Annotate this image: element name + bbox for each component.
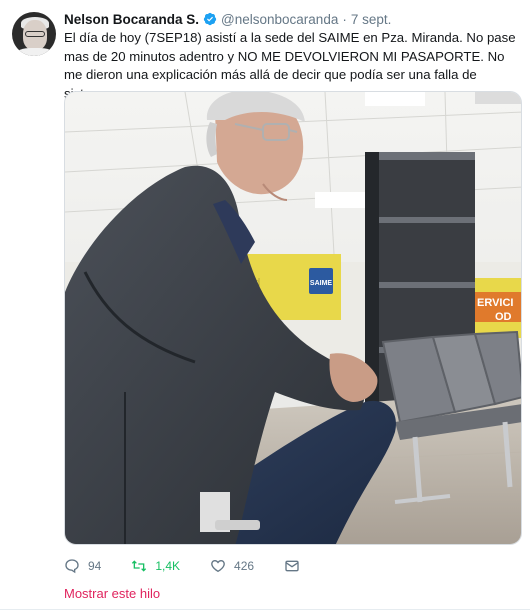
retweet-count: 1,4K bbox=[155, 559, 181, 573]
mail-icon bbox=[285, 560, 299, 572]
tweet-actions: 94 1,4K 426 bbox=[64, 557, 330, 575]
author-name[interactable]: Nelson Bocaranda S. bbox=[64, 12, 199, 27]
like-button[interactable]: 426 bbox=[210, 558, 254, 574]
tweet-photo[interactable]: SAIME ad sa ERVICI OD bbox=[64, 91, 522, 545]
direct-message-button[interactable] bbox=[284, 558, 300, 574]
separator-dot: · bbox=[342, 11, 347, 27]
retweet-button[interactable]: 1,4K bbox=[131, 558, 180, 574]
author-handle[interactable]: @nelsonbocaranda bbox=[221, 12, 338, 27]
retweet-icon bbox=[132, 560, 147, 572]
show-thread-link[interactable]: Mostrar este hilo bbox=[64, 586, 160, 601]
tweet-header: Nelson Bocaranda S. @nelsonbocaranda · 7… bbox=[64, 10, 391, 28]
heart-icon bbox=[211, 559, 225, 573]
banner-text-2: OD bbox=[495, 311, 512, 323]
tweet[interactable]: Nelson Bocaranda S. @nelsonbocaranda · 7… bbox=[0, 0, 530, 610]
reply-icon bbox=[65, 559, 79, 574]
avatar-shirt bbox=[16, 48, 54, 56]
like-count: 426 bbox=[234, 559, 255, 573]
tweet-timestamp[interactable]: 7 sept. bbox=[351, 12, 392, 27]
banner-text-1: ERVICI bbox=[477, 297, 513, 309]
avatar-glasses bbox=[25, 31, 45, 37]
saime-logo-text: SAIME bbox=[310, 280, 333, 287]
photo-scene: SAIME ad sa ERVICI OD bbox=[65, 92, 521, 544]
reply-button[interactable]: 94 bbox=[64, 558, 101, 574]
reply-count: 94 bbox=[88, 559, 102, 573]
avatar[interactable] bbox=[12, 12, 56, 56]
verified-badge-icon bbox=[203, 12, 217, 26]
